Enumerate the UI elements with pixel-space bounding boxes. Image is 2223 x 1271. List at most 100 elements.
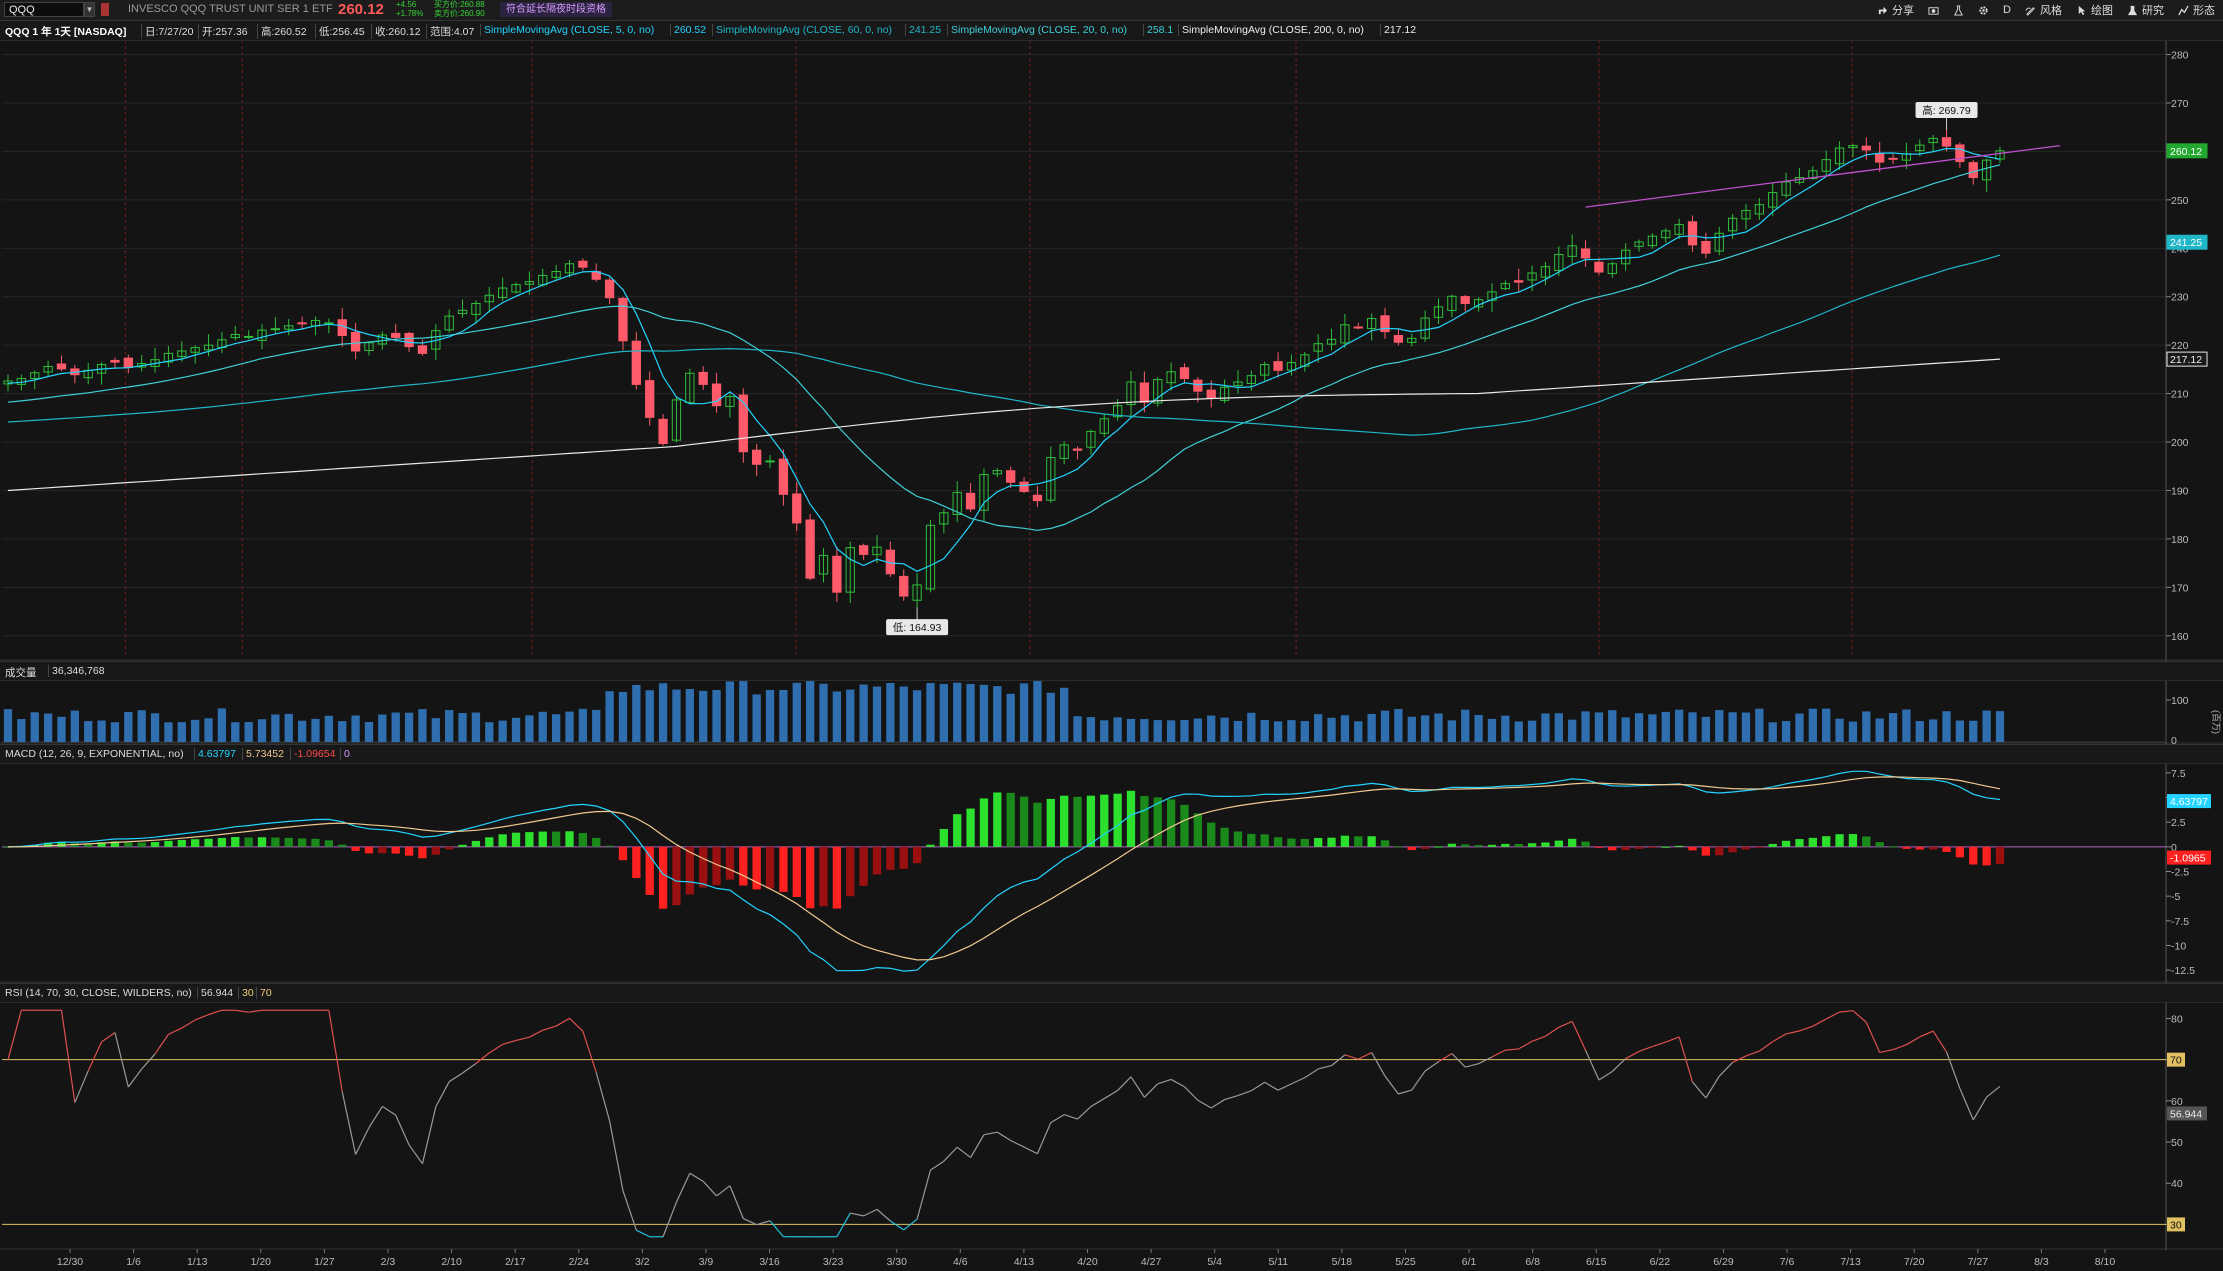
rsi-line-segment <box>395 1114 410 1146</box>
candle-body <box>1193 379 1203 392</box>
sma60-label[interactable]: SimpleMovingAvg (CLOSE, 60, 0, no) <box>712 24 895 36</box>
macd-hist-bar <box>592 837 601 847</box>
macd-hist-bar <box>364 846 374 854</box>
rsi-line-segment <box>983 1131 998 1136</box>
rsi-line-segment <box>462 1063 477 1074</box>
volume-bar <box>1113 717 1122 742</box>
chart-canvas: 280270260250240230220210200190180170160 … <box>0 40 2223 1271</box>
rsi-line-segment <box>943 1146 958 1162</box>
date-tick-label: 4/6 <box>953 1256 968 1268</box>
rsi-line-segment <box>248 1009 263 1013</box>
macd-hist-bar <box>1501 843 1510 847</box>
rsi-line-segment <box>1331 1054 1346 1067</box>
settings-button[interactable] <box>1978 5 1989 16</box>
volume-bar <box>485 722 494 742</box>
change-pct: +1.78% <box>396 9 424 18</box>
volume-bar <box>939 683 948 742</box>
rsi-line-segment <box>1839 1010 1854 1013</box>
symbol-input[interactable]: QQQ <box>4 2 84 17</box>
macd-hist-bar <box>1608 846 1617 851</box>
volume-bar <box>1594 712 1604 742</box>
candle-body <box>1941 137 1952 147</box>
draw-button[interactable]: 绘图 <box>2076 2 2113 18</box>
rsi-tick-label: 40 <box>2171 1178 2183 1190</box>
macd-hist-bar <box>1434 846 1443 848</box>
volume-bar <box>404 712 414 742</box>
screenshot-button[interactable] <box>1928 5 1939 16</box>
rsi-line-segment <box>1264 1081 1279 1091</box>
macd-hist-bar <box>926 844 935 847</box>
volume-bar <box>511 717 521 742</box>
rsi-line-segment <box>7 1010 22 1060</box>
rsi-line-segment <box>1251 1081 1266 1092</box>
patterns-button[interactable]: 形态 <box>2178 2 2215 18</box>
volume-bar <box>471 712 481 742</box>
macd-hist-bar <box>1487 844 1497 847</box>
macd-label[interactable]: MACD (12, 26, 9, EXPONENTIAL, no) <box>5 748 184 760</box>
beaker-icon <box>2127 5 2138 15</box>
volume-bar <box>1314 714 1323 742</box>
macd-hist-bar <box>1461 844 1470 847</box>
macd-hist-bar <box>1554 840 1563 847</box>
date-tick-label: 8/10 <box>2095 1256 2116 1268</box>
volume-bar <box>592 709 601 742</box>
rsi-line-segment <box>1799 1025 1814 1032</box>
candle-body <box>1875 153 1885 163</box>
volume-bar <box>658 683 668 742</box>
volume-bar <box>1728 712 1737 742</box>
macd-hist-bar <box>1701 846 1711 856</box>
macd-hist-bar <box>1100 794 1109 847</box>
flag-icon[interactable] <box>101 3 109 16</box>
macd-hist-bar <box>1768 843 1777 847</box>
style-button[interactable]: 风格 <box>2025 2 2062 18</box>
macd-hist-bar <box>418 846 427 859</box>
macd-hist-bar <box>1581 841 1590 847</box>
macd-hist-bar <box>993 792 1002 847</box>
rsi-label[interactable]: RSI (14, 70, 30, CLOSE, WILDERS, no) <box>5 987 192 999</box>
volume-bar <box>1741 712 1751 742</box>
sma200-label[interactable]: SimpleMovingAvg (CLOSE, 200, 0, no) <box>1178 24 1367 36</box>
sma20-label[interactable]: SimpleMovingAvg (CLOSE, 20, 0, no) <box>947 24 1130 36</box>
sma5-label[interactable]: SimpleMovingAvg (CLOSE, 5, 0, no) <box>480 24 657 36</box>
candle-body <box>858 545 869 555</box>
macd-hist-bar <box>1621 846 1630 850</box>
rsi-line-segment <box>1438 1052 1453 1063</box>
symbol-dropdown-icon[interactable]: ▼ <box>84 2 95 17</box>
volume-bar <box>1100 720 1109 742</box>
rsi-line-segment <box>1224 1094 1239 1101</box>
cursor-icon <box>2078 5 2086 15</box>
volume-bar <box>257 719 267 742</box>
price-tick-label: 280 <box>2171 50 2189 62</box>
period-button[interactable]: D <box>2003 4 2011 16</box>
macd-hist-bar <box>231 837 240 847</box>
rsi-line-segment <box>1665 1036 1680 1043</box>
macd-hist-bar <box>1915 846 1924 850</box>
studies-button[interactable]: 研究 <box>2127 2 2164 18</box>
volume-bar <box>1608 710 1617 742</box>
flask-button[interactable] <box>1953 4 1964 16</box>
rsi-line-segment <box>743 1217 757 1226</box>
bar-range: 范围:4.07 <box>426 24 477 39</box>
top-toolbar: QQQ ▼ INVESCO QQQ TRUST UNIT SER 1 ETF 2… <box>0 0 2223 21</box>
rsi-line-segment <box>1304 1068 1319 1079</box>
rsi-line-segment <box>87 1041 103 1072</box>
volume-bar <box>1795 713 1804 742</box>
volume-bar <box>1140 719 1149 742</box>
volume-bar <box>1808 708 1817 742</box>
volume-label[interactable]: 成交量 <box>5 665 37 680</box>
volume-bar <box>1006 693 1015 742</box>
volume-bar <box>1260 719 1269 742</box>
rsi-line-segment <box>141 1053 156 1070</box>
rsi-line-segment <box>448 1072 463 1083</box>
volume-bar <box>458 713 467 742</box>
volume-bar <box>498 720 507 742</box>
share-button[interactable]: 分享 <box>1877 2 1914 18</box>
macd-hist-bar <box>1380 840 1390 847</box>
volume-bar <box>1688 712 1697 742</box>
price-tag-label: 217.12 <box>2170 354 2202 366</box>
rsi-plot: 80 70 60 50 40 30 <box>2 1009 2183 1238</box>
volume-bar <box>1554 713 1563 742</box>
candle-body <box>618 297 628 342</box>
macd-hist-bar <box>605 845 614 847</box>
volume-bar <box>1781 721 1791 742</box>
